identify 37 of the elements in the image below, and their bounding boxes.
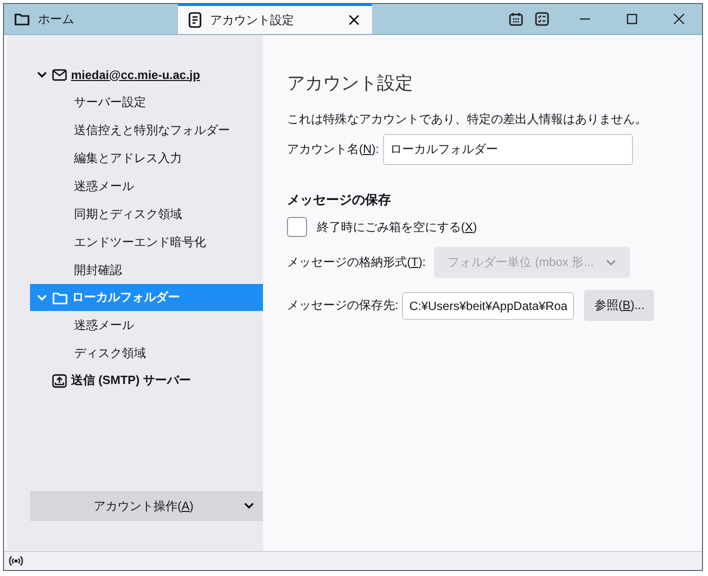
checkbox-label: 終了時にごみ箱を空にする(X) [317, 218, 478, 236]
task-list-icon [535, 12, 549, 26]
tab[interactable]: アカウント設定 [178, 4, 372, 34]
tree-item[interactable]: 迷惑メール [30, 311, 263, 339]
field-label: アカウント名(N): [287, 141, 380, 158]
description-text: これは特殊なアカウントであり、特定の差出人情報はありません。 [287, 111, 648, 128]
tab[interactable]: ホーム [4, 4, 178, 34]
folder-icon [14, 12, 30, 26]
maximize-icon [626, 13, 638, 25]
tree-item[interactable]: ディスク領域 [30, 339, 263, 367]
signal-icon [9, 555, 23, 567]
chevron-icon [606, 258, 616, 266]
tree-item[interactable]: 同期とディスク領域 [30, 200, 263, 228]
field-label: メッセージの格納形式(T): [287, 254, 426, 271]
tree-item[interactable]: エンドツーエンド暗号化 [30, 228, 263, 256]
tree-item[interactable]: サーバー設定 [30, 88, 263, 116]
section-heading: メッセージの保存 [287, 191, 392, 209]
field-label: メッセージの保存先: [287, 297, 398, 314]
envelope-icon [52, 68, 67, 80]
page-title: アカウント設定 [287, 72, 414, 95]
tree-item[interactable]: 編集とアドレス入力 [30, 144, 263, 172]
account-actions-button[interactable]: アカウント操作(A) [30, 491, 263, 521]
chevron-icon [244, 502, 254, 510]
browse-button[interactable]: 参照(B)... [584, 290, 654, 321]
close-icon [673, 13, 685, 25]
tree-item[interactable]: 送信控えと特別なフォルダー [30, 116, 263, 144]
folder-icon [52, 290, 68, 304]
calendar-icon [509, 12, 523, 26]
account-name-field[interactable]: ローカルフォルダー [383, 134, 634, 165]
account-row[interactable]: miedai@cc.mie-u.ac.jp [30, 61, 263, 88]
document-icon [188, 12, 202, 28]
tree-item[interactable]: 迷惑メール [30, 172, 263, 200]
checkbox[interactable] [287, 217, 307, 237]
path-field[interactable]: C:¥Users¥beit¥AppData¥Roa [402, 292, 574, 320]
tree-item[interactable]: 開封確認 [30, 256, 263, 284]
outbox-icon [52, 373, 67, 388]
account-row[interactable]: 送信 (SMTP) サーバー [30, 367, 263, 394]
